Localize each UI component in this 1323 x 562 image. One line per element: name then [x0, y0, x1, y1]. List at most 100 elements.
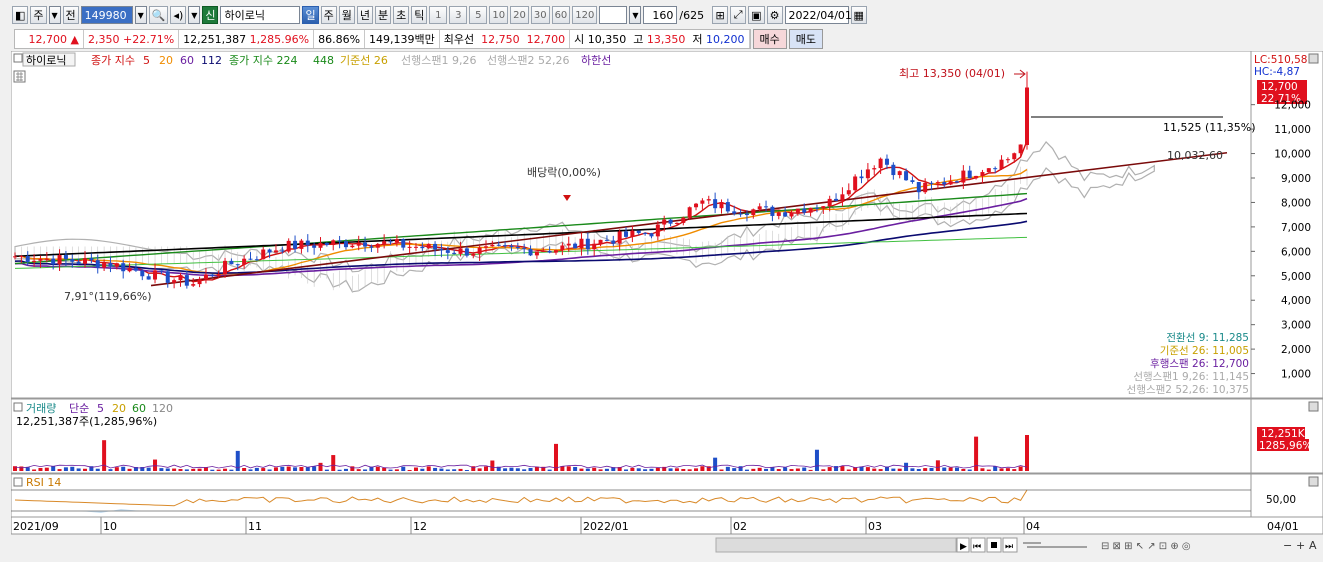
interval-5-button[interactable]: 5: [469, 6, 488, 24]
stock-code-input[interactable]: 149980: [80, 6, 133, 24]
volume-bar: [878, 469, 883, 471]
interval-1-button[interactable]: 1: [429, 6, 448, 24]
count-input[interactable]: 160: [643, 6, 678, 24]
candle-body: [598, 239, 603, 244]
gear-icon[interactable]: ⚙: [766, 6, 783, 24]
period-month-button[interactable]: 월: [338, 6, 355, 24]
volume-bar: [802, 467, 807, 471]
candle-body: [655, 224, 660, 237]
scroll-thumb[interactable]: [715, 537, 957, 553]
candle-body: [566, 243, 571, 246]
volume-bar: [789, 469, 794, 471]
volume-bar: [242, 467, 247, 471]
sound-dropdown-icon[interactable]: ▼: [188, 6, 201, 24]
period-tick-button[interactable]: 틱: [411, 6, 428, 24]
period-main-dropdown-icon[interactable]: ▼: [48, 6, 61, 24]
volume-collapse-icon[interactable]: [13, 402, 23, 412]
candle-body: [942, 182, 947, 185]
tool-icons[interactable]: ⊟ ⊠ ⊞ ↖ ↗ ⊡ ⊕ ◎: [1101, 541, 1191, 552]
ichimoku-span2: 선행스팬2 52,26: 10,375: [1127, 384, 1249, 396]
collapse-icon[interactable]: [13, 53, 23, 63]
volume-bar: [70, 466, 75, 471]
candle-body: [51, 258, 56, 265]
volume-close-icon[interactable]: [1308, 401, 1319, 412]
interval-3-button[interactable]: 3: [449, 6, 468, 24]
interval-30-button[interactable]: 30: [530, 6, 550, 24]
chart-area[interactable]: 하이로닉 종가 지수 5 20 60 112 종가 지수 224 448 기준선…: [10, 50, 1323, 559]
period-second-button[interactable]: 초: [393, 6, 410, 24]
period-week-button[interactable]: 주: [320, 6, 337, 24]
volume-bar: [573, 466, 578, 471]
sound-icon[interactable]: ◂): [170, 6, 187, 24]
price-change: 2,350 +22.71%: [84, 30, 180, 48]
candle-body: [776, 212, 781, 216]
interval-120-button[interactable]: 120: [572, 6, 598, 24]
volume-bar: [83, 468, 88, 471]
calendar-icon[interactable]: ▦: [850, 6, 867, 24]
candle-body: [63, 255, 68, 260]
volume-bar: [299, 466, 304, 471]
interval-custom-input[interactable]: [599, 6, 628, 24]
volume-bar: [834, 466, 839, 471]
interval-10-button[interactable]: 10: [489, 6, 509, 24]
volume-panel[interactable]: [10, 398, 1252, 474]
candle-body: [528, 249, 533, 256]
candle-body: [331, 240, 336, 246]
new-button[interactable]: 신: [202, 6, 219, 24]
rsi-panel[interactable]: [10, 473, 1252, 518]
volume-bar: [795, 468, 800, 471]
price-close-icon[interactable]: [1308, 53, 1319, 64]
buy-button[interactable]: 매수: [752, 29, 787, 49]
chart-settings-icon[interactable]: ◧: [12, 6, 29, 24]
zoom-out-icon[interactable]: −: [1283, 539, 1292, 552]
candle-body: [114, 263, 119, 267]
search-icon[interactable]: 🔍: [148, 6, 169, 24]
period-main-button[interactable]: 주: [30, 6, 47, 24]
period-minute-button[interactable]: 분: [374, 6, 392, 24]
candle-body: [1005, 159, 1010, 161]
volume-bar: [210, 469, 215, 471]
sell-button[interactable]: 매도: [788, 29, 824, 49]
candle-body: [840, 194, 845, 201]
draw-line-icon[interactable]: ⤢: [730, 6, 747, 24]
period-day-button[interactable]: 일: [302, 6, 319, 24]
volume-bar: [668, 468, 673, 471]
candle-body: [401, 239, 406, 248]
candle-body: [305, 240, 310, 246]
zoom-in-icon[interactable]: +: [1296, 539, 1305, 552]
stock-name-field[interactable]: 하이로닉: [220, 6, 301, 24]
volume-bar: [961, 468, 966, 471]
candle-body: [38, 258, 43, 261]
rsi-collapse-icon[interactable]: [13, 477, 23, 487]
volume-bar: [413, 467, 418, 471]
save-icon[interactable]: ▣: [748, 6, 765, 24]
volume-bar: [846, 469, 851, 471]
volume-bar: [604, 468, 609, 471]
period-year-button[interactable]: 년: [356, 6, 373, 24]
interval-60-button[interactable]: 60: [551, 6, 571, 24]
interval-20-button[interactable]: 20: [510, 6, 529, 24]
volume-bar: [248, 469, 253, 471]
rsi-close-icon[interactable]: [1308, 476, 1319, 487]
interval-dropdown-icon[interactable]: ▼: [629, 6, 642, 24]
candle-body: [165, 271, 170, 283]
volume-bar: [744, 469, 749, 471]
candle-body: [471, 253, 476, 256]
candle-body: [363, 242, 368, 247]
date-input[interactable]: 2022/04/01: [784, 6, 852, 24]
candle-body: [477, 247, 482, 254]
candle-body: [483, 246, 488, 248]
stock-code-dropdown-icon[interactable]: ▼: [134, 6, 147, 24]
candle-body: [426, 243, 431, 249]
reference-button[interactable]: 전: [62, 6, 79, 24]
volume-bar: [197, 468, 202, 471]
candle-body: [413, 246, 418, 248]
candle-body: [146, 276, 151, 280]
price-panel[interactable]: [10, 50, 1252, 399]
candle-body: [121, 263, 126, 272]
candle-body: [700, 200, 705, 204]
volume-bar: [1018, 466, 1023, 471]
auto-icon[interactable]: A: [1309, 539, 1317, 552]
stock-chart-svg[interactable]: 하이로닉 종가 지수 5 20 60 112 종가 지수 224 448 기준선…: [10, 50, 1323, 559]
indicator-icon[interactable]: ⊞: [712, 6, 729, 24]
